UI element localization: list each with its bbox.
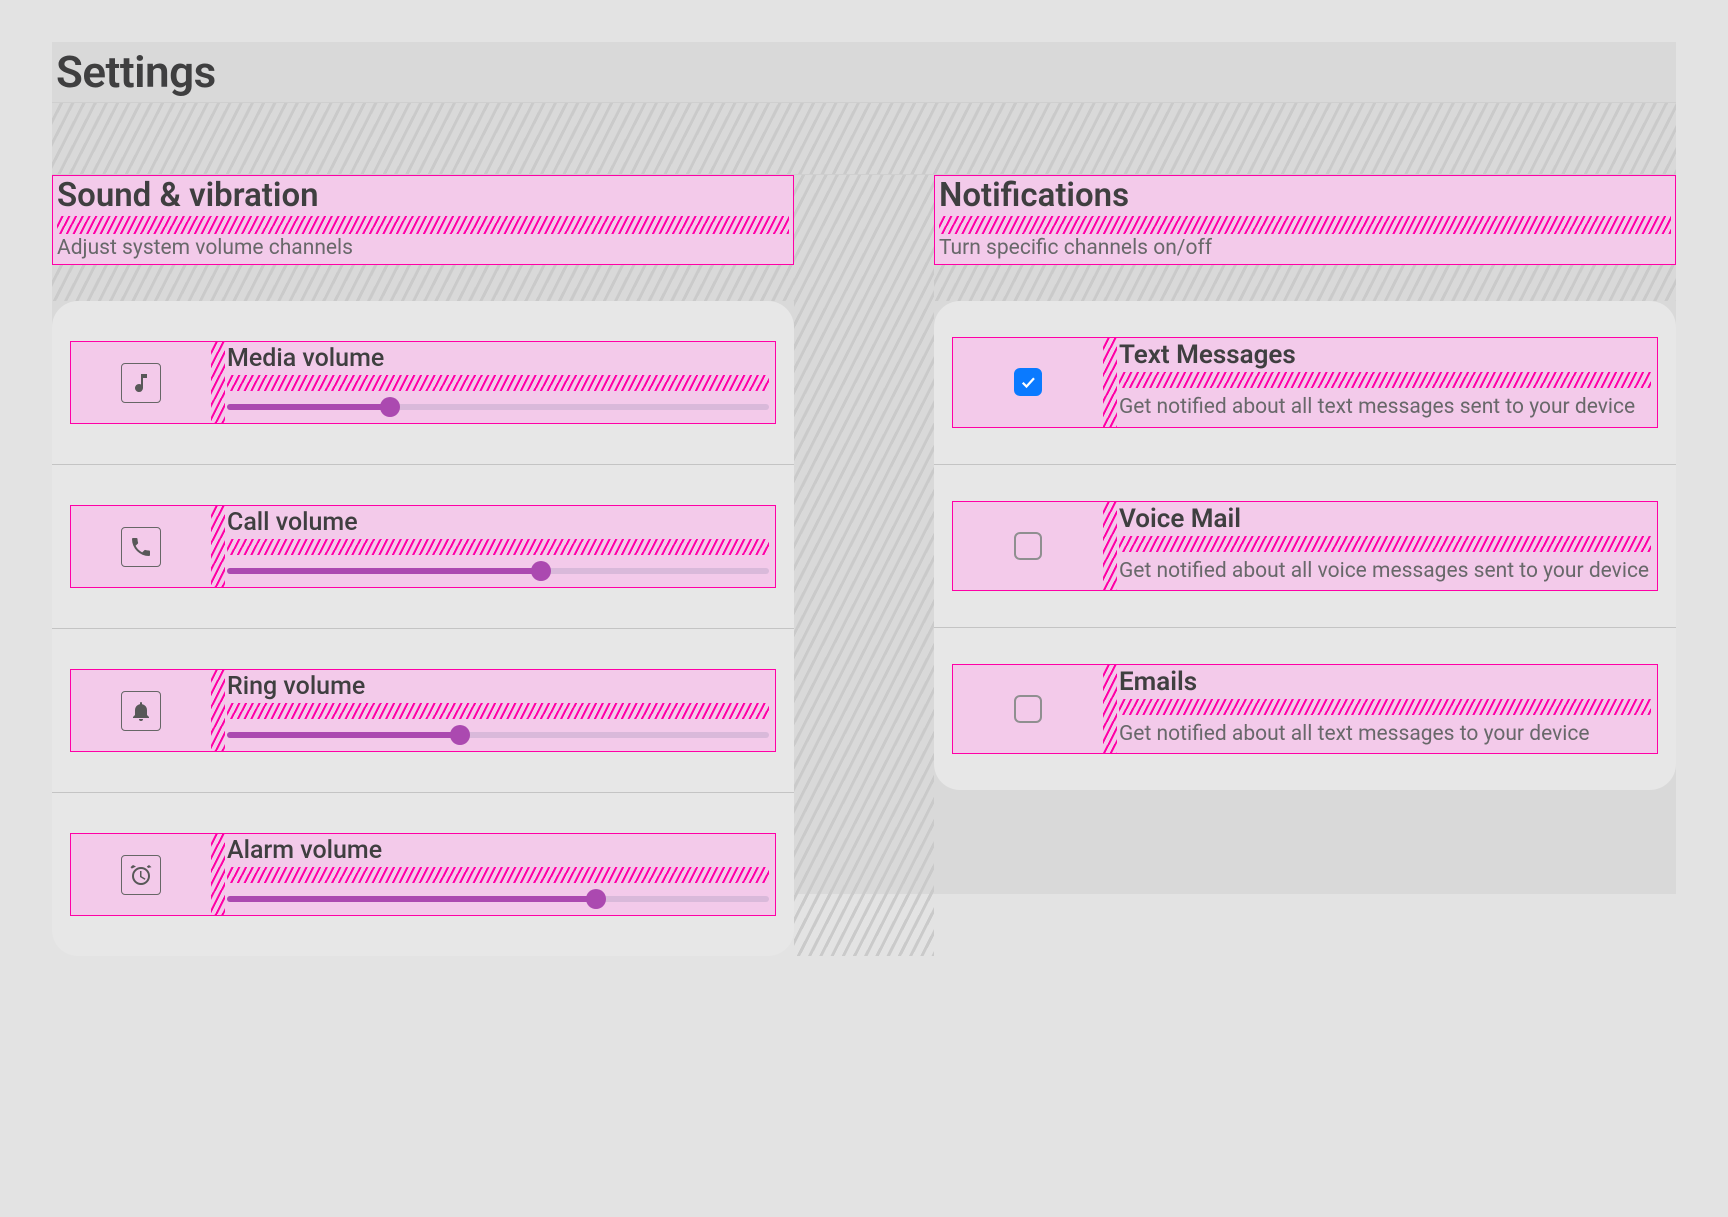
slider-thumb[interactable] (380, 397, 400, 417)
notification-desc: Get notified about all text messages sen… (1119, 394, 1651, 420)
checkbox-col (953, 502, 1103, 590)
volume-slider[interactable] (227, 725, 769, 745)
gap-hatch (1119, 699, 1651, 715)
spacer (52, 103, 1676, 175)
gap-hatch (1119, 372, 1651, 388)
sound-label: Media volume (227, 344, 769, 373)
gap-hatch (211, 834, 225, 915)
notification-title: Emails (1119, 667, 1651, 697)
slider-thumb[interactable] (531, 561, 551, 581)
notifications-heading: Notifications (939, 178, 1671, 214)
notification-row: Voice Mail Get notified about all voice … (934, 465, 1676, 628)
sound-label: Alarm volume (227, 836, 769, 865)
slider-track (227, 732, 769, 738)
slider-track (227, 404, 769, 410)
sound-row-inner: Alarm volume (70, 833, 776, 916)
notification-body: Voice Mail Get notified about all voice … (1117, 502, 1657, 590)
notifications-column: Notifications Turn specific channels on/… (934, 175, 1676, 956)
gap-hatch (227, 703, 769, 719)
slider-fill (227, 896, 596, 902)
sound-icon-col (71, 342, 211, 423)
sound-row: Media volume (52, 301, 794, 465)
checkbox-col (953, 338, 1103, 426)
volume-slider[interactable] (227, 561, 769, 581)
notification-row-inner: Text Messages Get notified about all tex… (952, 337, 1658, 427)
notification-title: Text Messages (1119, 340, 1651, 370)
bell-icon[interactable] (121, 691, 161, 731)
notifications-subheading: Turn specific channels on/off (939, 236, 1671, 260)
slider-fill (227, 568, 541, 574)
column-gap (794, 175, 934, 956)
notification-body: Text Messages Get notified about all tex… (1117, 338, 1657, 426)
sound-section-header: Sound & vibration Adjust system volume c… (52, 175, 794, 265)
slider-fill (227, 404, 390, 410)
notification-title: Voice Mail (1119, 504, 1651, 534)
sound-label: Ring volume (227, 672, 769, 701)
alarm-icon[interactable] (121, 855, 161, 895)
checkbox[interactable] (1014, 532, 1042, 560)
phone-icon[interactable] (121, 527, 161, 567)
volume-slider[interactable] (227, 397, 769, 417)
sound-card: Media volume Call volume (52, 301, 794, 956)
notification-body: Emails Get notified about all text messa… (1117, 665, 1657, 753)
sound-row-inner: Media volume (70, 341, 776, 424)
gap-hatch (1119, 536, 1651, 552)
sound-body: Media volume (225, 342, 775, 423)
slider-fill (227, 732, 460, 738)
sound-heading: Sound & vibration (57, 178, 789, 214)
gap-hatch (227, 375, 769, 391)
page-title: Settings (56, 46, 216, 98)
slider-thumb[interactable] (586, 889, 606, 909)
sound-row: Call volume (52, 465, 794, 629)
gap-hatch (227, 867, 769, 883)
notifications-section-header: Notifications Turn specific channels on/… (934, 175, 1676, 265)
checkbox[interactable] (1014, 695, 1042, 723)
settings-canvas: Settings Sound & vibration Adjust system… (52, 42, 1676, 894)
spacer (52, 265, 794, 301)
sound-row-inner: Call volume (70, 505, 776, 588)
sound-icon-col (71, 834, 211, 915)
gap-hatch (1103, 502, 1117, 590)
sound-row: Ring volume (52, 629, 794, 793)
slider-thumb[interactable] (450, 725, 470, 745)
page-title-wrap: Settings (52, 42, 1676, 103)
checkbox-col (953, 665, 1103, 753)
sound-body: Alarm volume (225, 834, 775, 915)
gap-hatch (211, 670, 225, 751)
spacer (934, 265, 1676, 301)
sound-icon-col (71, 670, 211, 751)
gap-hatch (211, 342, 225, 423)
checkbox[interactable] (1014, 368, 1042, 396)
sound-body: Call volume (225, 506, 775, 587)
gap-hatch (57, 216, 789, 234)
notification-row-inner: Emails Get notified about all text messa… (952, 664, 1658, 754)
notification-row-inner: Voice Mail Get notified about all voice … (952, 501, 1658, 591)
sound-label: Call volume (227, 508, 769, 537)
sound-icon-col (71, 506, 211, 587)
notification-row: Text Messages Get notified about all tex… (934, 301, 1676, 464)
slider-track (227, 896, 769, 902)
notification-desc: Get notified about all voice messages se… (1119, 558, 1651, 584)
volume-slider[interactable] (227, 889, 769, 909)
sound-body: Ring volume (225, 670, 775, 751)
notification-desc: Get notified about all text messages to … (1119, 721, 1651, 747)
gap-hatch (211, 506, 225, 587)
gap-hatch (227, 539, 769, 555)
music-note-icon[interactable] (121, 363, 161, 403)
notification-row: Emails Get notified about all text messa… (934, 628, 1676, 790)
sound-row: Alarm volume (52, 793, 794, 956)
gap-hatch (1103, 338, 1117, 426)
sound-column: Sound & vibration Adjust system volume c… (52, 175, 794, 956)
gap-hatch (1103, 665, 1117, 753)
gap-hatch (939, 216, 1671, 234)
sound-row-inner: Ring volume (70, 669, 776, 752)
notifications-card: Text Messages Get notified about all tex… (934, 301, 1676, 790)
slider-track (227, 568, 769, 574)
sound-subheading: Adjust system volume channels (57, 236, 789, 260)
